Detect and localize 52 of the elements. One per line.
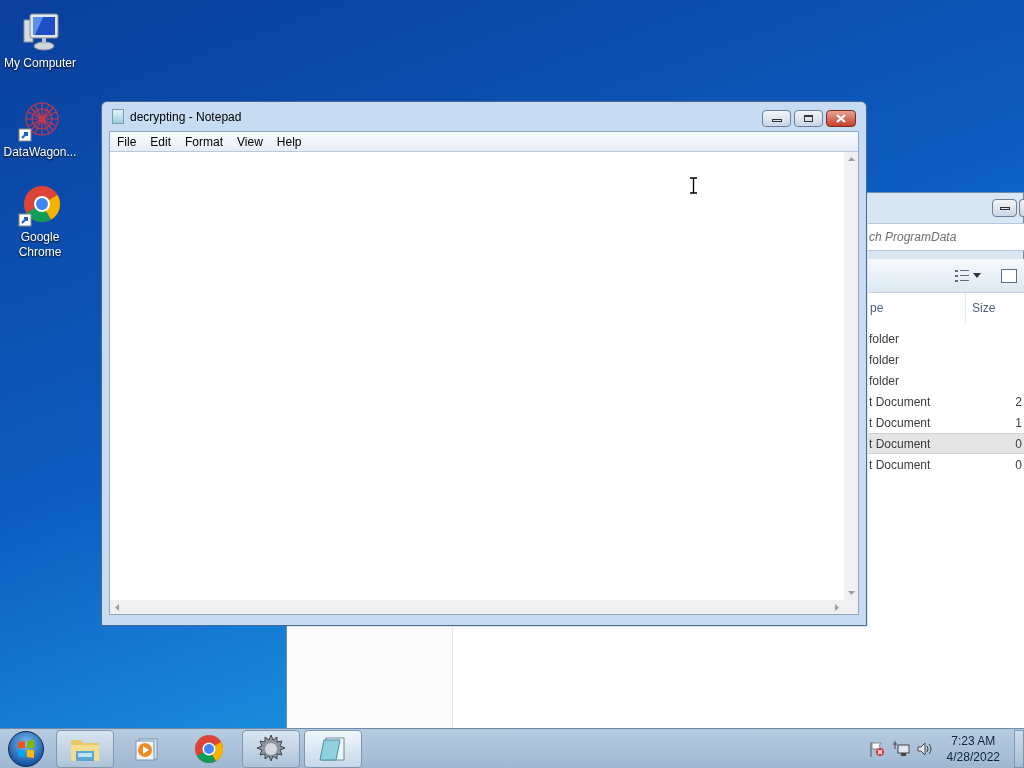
flag-warning-icon[interactable] — [868, 740, 885, 757]
chrome-icon — [194, 733, 224, 764]
minimize-button[interactable] — [762, 110, 791, 127]
file-type: t Document — [868, 414, 932, 432]
column-header[interactable]: pe — [868, 293, 966, 323]
taskbar-button[interactable] — [242, 729, 300, 768]
file-type: folder — [868, 372, 901, 390]
taskbar-button[interactable] — [304, 729, 362, 768]
network-icon[interactable] — [891, 740, 910, 757]
file-size: 0 — [1014, 435, 1022, 453]
desktop-icon-label[interactable]: Google Chrome — [0, 230, 80, 260]
play-icon — [134, 735, 160, 762]
menu-item[interactable]: View — [230, 132, 270, 151]
file-row[interactable]: t Document 1 — [868, 412, 1024, 433]
clock[interactable]: 7:23 AM 4/28/2022 — [946, 732, 1000, 765]
menu-item[interactable]: Help — [269, 132, 309, 151]
file-size: 2 — [1014, 393, 1022, 411]
desktop-icon-label[interactable]: My Computer — [0, 56, 80, 71]
file-row[interactable]: t Document 2 — [868, 391, 1024, 412]
menu-item[interactable]: Format — [178, 132, 231, 151]
file-row[interactable]: t Document 0 — [868, 433, 1024, 454]
list-view-icon[interactable] — [955, 269, 969, 282]
file-type: folder — [868, 330, 901, 348]
minimize-button[interactable] — [992, 199, 1018, 217]
file-row[interactable]: folder — [868, 328, 1024, 349]
search-field[interactable]: ch ProgramData — [868, 223, 1024, 251]
file-type: t Document — [868, 393, 932, 411]
file-type: t Document — [868, 435, 932, 453]
dropdown-arrow-icon[interactable] — [973, 273, 981, 278]
file-type: folder — [868, 351, 901, 369]
file-type: t Document — [868, 456, 932, 474]
close-button[interactable] — [826, 110, 856, 127]
gear-icon — [256, 733, 286, 764]
file-size: 1 — [1014, 414, 1022, 432]
notepad-icon — [318, 734, 348, 763]
window-title: decrypting - Notepad — [130, 108, 242, 126]
desktop-icon-label[interactable]: DataWagon... — [0, 145, 80, 160]
windows-logo[interactable] — [16, 738, 36, 759]
notepad-icon — [112, 109, 124, 124]
file-size: 0 — [1014, 456, 1022, 474]
view-options-button[interactable] — [955, 269, 981, 282]
text-cursor-icon — [689, 177, 698, 194]
menu-item[interactable]: Edit — [143, 132, 179, 151]
file-row[interactable]: folder — [868, 370, 1024, 391]
file-row[interactable]: folder — [868, 349, 1024, 370]
file-row[interactable]: t Document 0 — [868, 454, 1024, 475]
preview-pane-icon[interactable] — [1001, 268, 1017, 283]
volume-icon[interactable] — [916, 740, 933, 757]
close-icon[interactable] — [836, 114, 846, 123]
start-button[interactable] — [8, 730, 44, 767]
column-header[interactable]: Size — [966, 293, 996, 323]
menu-item[interactable]: File — [110, 132, 144, 151]
